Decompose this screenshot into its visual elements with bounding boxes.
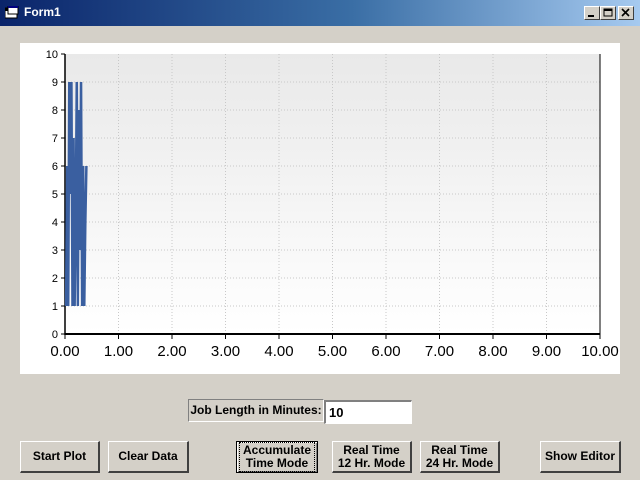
- title-bar[interactable]: Form1: [0, 0, 640, 26]
- x-tick-label: 8.00: [478, 343, 507, 360]
- y-tick-label: 7: [52, 133, 58, 145]
- job-length-label: Job Length in Minutes:: [188, 399, 324, 422]
- y-tick-label: 3: [52, 245, 58, 257]
- clear-data-label: Clear Data: [118, 449, 178, 463]
- realtime12-label: Real Time 12 Hr. Mode: [337, 442, 406, 470]
- x-tick-label: 9.00: [532, 343, 561, 360]
- show-editor-label: Show Editor: [545, 449, 615, 463]
- real-time-24hr-button[interactable]: Real Time 24 Hr. Mode: [420, 441, 500, 473]
- accumulate-time-mode-button[interactable]: Accumulate Time Mode: [236, 441, 318, 473]
- y-tick-label: 5: [52, 189, 58, 201]
- y-tick-label: 1: [52, 301, 58, 313]
- realtime24-label: Real Time 24 Hr. Mode: [425, 442, 494, 470]
- x-tick-label: 2.00: [157, 343, 186, 360]
- close-button[interactable]: [618, 6, 634, 20]
- maximize-button[interactable]: [600, 6, 616, 20]
- y-tick-label: 6: [52, 161, 58, 173]
- minimize-button[interactable]: [584, 6, 600, 20]
- app-window: Form1 0 1 2 3 4 5 6 7 8 9 10 0.00 1.00 2.00 3.00 4.00 5.…: [0, 0, 640, 480]
- y-tick-label: 10: [46, 49, 58, 61]
- clear-data-button[interactable]: Clear Data: [108, 441, 189, 473]
- x-tick-label: 0.00: [50, 343, 79, 360]
- y-tick-label: 8: [52, 105, 58, 117]
- close-icon: [621, 8, 630, 17]
- maximize-icon: [603, 8, 613, 17]
- window-title: Form1: [24, 5, 61, 19]
- real-time-12hr-button[interactable]: Real Time 12 Hr. Mode: [332, 441, 412, 473]
- show-editor-button[interactable]: Show Editor: [540, 441, 621, 473]
- x-tick-label: 7.00: [425, 343, 454, 360]
- x-tick-label: 3.00: [211, 343, 240, 360]
- job-length-input[interactable]: [324, 400, 412, 424]
- form-icon: [5, 6, 19, 19]
- x-tick-label: 6.00: [371, 343, 400, 360]
- y-tick-label: 4: [52, 217, 58, 229]
- x-tick-label: 5.00: [318, 343, 347, 360]
- minimize-icon: [588, 15, 594, 17]
- x-tick-label: 4.00: [264, 343, 293, 360]
- start-plot-label: Start Plot: [32, 449, 87, 463]
- line-chart: 0 1 2 3 4 5 6 7 8 9 10 0.00 1.00 2.00 3.00 4.00 5.00 6.00…: [46, 49, 619, 360]
- start-plot-button[interactable]: Start Plot: [20, 441, 100, 473]
- y-tick-label: 9: [52, 77, 58, 89]
- y-tick-label: 2: [52, 273, 58, 285]
- y-tick-label: 0: [52, 329, 58, 341]
- x-tick-label: 1.00: [104, 343, 133, 360]
- accumulate-label: Accumulate Time Mode: [238, 442, 316, 472]
- chart-panel: 0 1 2 3 4 5 6 7 8 9 10 0.00 1.00 2.00 3.00 4.00 5.00 6.00…: [20, 43, 620, 374]
- x-tick-label: 10.00: [581, 343, 619, 360]
